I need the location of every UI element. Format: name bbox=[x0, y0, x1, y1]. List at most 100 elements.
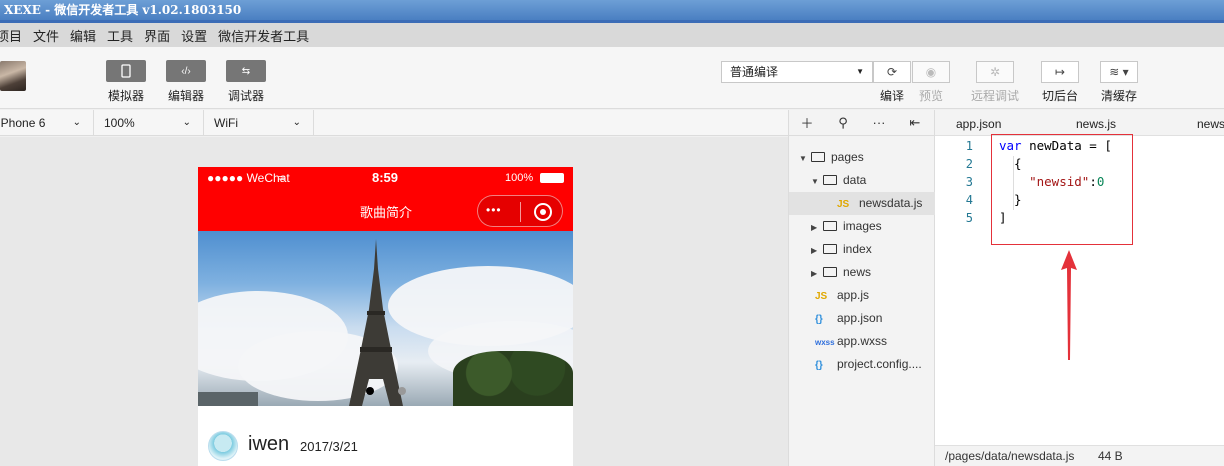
wxss-file-icon: wxss bbox=[815, 338, 835, 347]
clear-cache-button[interactable]: ≋ ▾ bbox=[1100, 61, 1138, 83]
swiper-dot[interactable] bbox=[398, 387, 406, 395]
swap-icon: ⇆ bbox=[241, 65, 251, 77]
line-number-gutter: 1 2 3 4 5 bbox=[935, 136, 983, 436]
editor-status-bar: /pages/data/newsdata.js 44 B bbox=[935, 445, 1224, 466]
news-item[interactable]: iwen 2017/3/21 bbox=[198, 417, 573, 466]
menu-settings[interactable]: 设置 bbox=[181, 26, 207, 45]
chevron-down-icon: ⌄ bbox=[182, 117, 191, 128]
tree-folder-pages[interactable]: ▼ pages bbox=[789, 146, 935, 169]
tree-file-app-json[interactable]: {} app.json bbox=[789, 307, 935, 330]
tree-file-newsdata[interactable]: JS newsdata.js bbox=[789, 192, 935, 215]
background-button[interactable]: ↦ bbox=[1041, 61, 1079, 83]
editor-tabs: app.json news.js news bbox=[935, 110, 1224, 136]
menu-file[interactable]: 文件 bbox=[33, 26, 59, 45]
phone-icon bbox=[121, 64, 131, 78]
device-bar: iPhone 6 ⌄ 100% ⌄ WiFi ⌄ bbox=[0, 110, 788, 136]
tree-item-label: app.js bbox=[837, 288, 870, 302]
simulator-button[interactable] bbox=[106, 60, 146, 82]
menu-devtools[interactable]: 微信开发者工具 bbox=[218, 26, 309, 45]
close-miniprogram-icon[interactable] bbox=[534, 203, 552, 221]
remote-debug-label: 远程调试 bbox=[971, 89, 1020, 103]
tree-file-app-js[interactable]: JS app.js bbox=[789, 284, 935, 307]
line-number: 4 bbox=[965, 193, 973, 207]
more-icon[interactable]: ••• bbox=[486, 203, 502, 217]
clock: 8:59 bbox=[372, 170, 399, 185]
tree-folder-index[interactable]: ▶ index bbox=[789, 238, 935, 261]
background-label: 切后台 bbox=[1042, 89, 1079, 103]
folder-open-icon bbox=[811, 152, 825, 162]
preview-button[interactable]: ◉ bbox=[912, 61, 950, 83]
remote-debug-button[interactable]: ✲ bbox=[976, 61, 1014, 83]
news-date: 2017/3/21 bbox=[300, 439, 358, 454]
simulator-area: ●●●●● WeChat ≈ 8:59 100% 歌曲简介 ••• iwen 2… bbox=[0, 137, 788, 466]
line-number: 3 bbox=[965, 175, 973, 189]
collapse-panel-icon[interactable]: ⇤ bbox=[897, 115, 933, 131]
tree-folder-news[interactable]: ▶ news bbox=[789, 261, 935, 284]
author-avatar bbox=[208, 431, 238, 461]
tree-item-label: index bbox=[843, 242, 872, 256]
tree-item-label: pages bbox=[831, 150, 864, 164]
phone-status-bar: ●●●●● WeChat ≈ 8:59 100% bbox=[198, 167, 573, 189]
window-title: XEXE - 微信开发者工具 v1.02.1803150 bbox=[0, 0, 1224, 20]
caret-down-icon: ▼ bbox=[856, 67, 864, 76]
add-file-icon[interactable]: ＋ bbox=[789, 113, 825, 132]
code-editor: app.json news.js news 1 2 3 4 5 var newD… bbox=[935, 110, 1224, 466]
tree-item-label: project.config.... bbox=[837, 357, 922, 371]
simulator-label: 模拟器 bbox=[107, 89, 144, 103]
zoom-value: 100% bbox=[104, 116, 135, 130]
network-select[interactable]: WiFi ⌄ bbox=[204, 110, 314, 136]
user-avatar[interactable] bbox=[0, 61, 26, 91]
network-value: WiFi bbox=[214, 116, 238, 130]
banner-swiper[interactable] bbox=[198, 231, 573, 406]
expanded-arrow-icon: ▼ bbox=[811, 177, 819, 186]
tree-item-label: app.wxss bbox=[837, 334, 888, 348]
tab-app-json[interactable]: app.json bbox=[956, 110, 1001, 136]
capsule-divider bbox=[520, 202, 521, 222]
compile-mode-value: 普通编译 bbox=[730, 65, 779, 79]
editor-label: 编辑器 bbox=[167, 89, 204, 103]
zoom-select[interactable]: 100% ⌄ bbox=[94, 110, 204, 136]
menu-edit[interactable]: 编辑 bbox=[70, 26, 96, 45]
capsule-menu[interactable]: ••• bbox=[477, 195, 563, 227]
compile-button[interactable]: ⟳ bbox=[873, 61, 911, 83]
line-number: 2 bbox=[965, 157, 973, 171]
debugger-button[interactable]: ⇆ bbox=[226, 60, 266, 82]
line-number: 5 bbox=[965, 211, 973, 225]
tab-news-js[interactable]: news.js bbox=[1076, 110, 1116, 136]
status-file-size: 44 B bbox=[1098, 449, 1123, 463]
compile-mode-select[interactable]: 普通编译 ▼ bbox=[721, 61, 873, 83]
js-file-icon: JS bbox=[837, 199, 850, 210]
tab-news[interactable]: news bbox=[1197, 110, 1224, 136]
tree-item-label: app.json bbox=[837, 311, 883, 325]
folder-icon bbox=[823, 221, 837, 231]
menu-tools[interactable]: 工具 bbox=[107, 26, 133, 45]
device-model-select[interactable]: iPhone 6 ⌄ bbox=[0, 110, 94, 136]
search-icon[interactable]: ⚲ bbox=[825, 115, 861, 131]
tree-item-label: newsdata.js bbox=[859, 196, 923, 210]
menu-project[interactable]: 项目 bbox=[0, 26, 22, 45]
json-file-icon: {} bbox=[815, 314, 823, 325]
layers-icon: ≋ ▾ bbox=[1109, 65, 1129, 79]
preview-label: 预览 bbox=[919, 89, 944, 103]
tree-folder-images[interactable]: ▶ images bbox=[789, 215, 935, 238]
more-icon[interactable]: ··· bbox=[861, 115, 897, 130]
menu-view[interactable]: 界面 bbox=[144, 26, 170, 45]
tree-file-app-wxss[interactable]: wxss app.wxss bbox=[789, 330, 935, 353]
compile-label: 编译 bbox=[880, 89, 905, 103]
swiper-dot-active[interactable] bbox=[366, 387, 374, 395]
trees-image bbox=[453, 351, 573, 406]
tree-item-label: data bbox=[843, 173, 867, 187]
bug-icon: ✲ bbox=[989, 65, 1001, 79]
battery-icon bbox=[540, 173, 564, 183]
json-file-icon: {} bbox=[815, 360, 823, 371]
js-file-icon: JS bbox=[815, 291, 828, 302]
tree-folder-data[interactable]: ▼ data bbox=[789, 169, 935, 192]
wifi-icon: ≈ bbox=[278, 171, 285, 185]
tree-item-label: news bbox=[843, 265, 872, 279]
collapsed-arrow-icon: ▶ bbox=[811, 246, 818, 255]
editor-button[interactable]: ‹/› bbox=[166, 60, 206, 82]
status-file-path: /pages/data/newsdata.js bbox=[945, 449, 1075, 463]
menu-bar: 项目 文件 编辑 工具 界面 设置 微信开发者工具 bbox=[0, 23, 1224, 47]
tree-file-project-config[interactable]: {} project.config.... bbox=[789, 353, 935, 376]
chevron-down-icon: ⌄ bbox=[292, 117, 301, 128]
